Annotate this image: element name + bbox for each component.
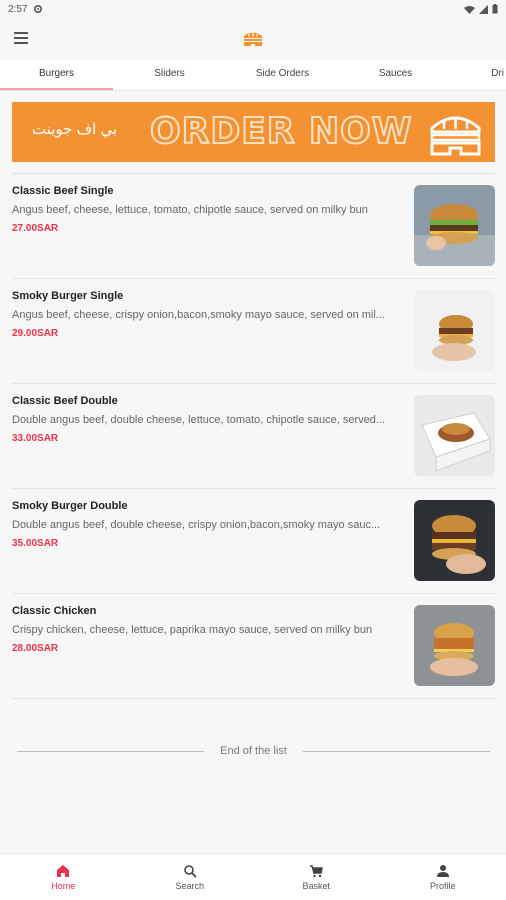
- item-name: Smoky Burger Single: [12, 290, 124, 302]
- item-description: Double angus beef, double cheese, crispy…: [12, 519, 381, 531]
- bottom-navigation: Home Search Basket Profile: [0, 853, 506, 900]
- nav-profile[interactable]: Profile: [380, 854, 506, 900]
- menu-list: Classic Beef Single Angus beef, cheese, …: [12, 174, 495, 699]
- item-name: Classic Beef Double: [12, 395, 118, 407]
- home-icon: [57, 864, 70, 877]
- status-bar: 2:57: [0, 0, 506, 18]
- item-description: Double angus beef, double cheese, lettuc…: [12, 414, 386, 426]
- status-time: 2:57: [8, 3, 28, 15]
- end-of-list: End of the list: [17, 740, 490, 762]
- tab-drinks[interactable]: Dri: [452, 60, 506, 90]
- list-item[interactable]: Smoky Burger Single Angus beef, cheese, …: [12, 279, 495, 384]
- app-bar: [0, 18, 506, 58]
- item-description: Crispy chicken, cheese, lettuce, paprika…: [12, 624, 373, 636]
- burger-image: [414, 605, 495, 686]
- settings-icon: [34, 4, 43, 14]
- tab-burgers[interactable]: Burgers: [0, 60, 113, 90]
- item-name: Classic Beef Single: [12, 185, 114, 197]
- list-item[interactable]: Smoky Burger Double Double angus beef, d…: [12, 489, 495, 594]
- item-price: 33.00SAR: [12, 433, 59, 444]
- category-tabs: Burgers Sliders Side Orders Sauces Dri: [0, 60, 506, 90]
- item-price: 28.00SAR: [12, 643, 59, 654]
- tabs-divider: [0, 90, 506, 91]
- item-description: Angus beef, cheese, lettuce, tomato, chi…: [12, 204, 368, 216]
- battery-icon: [492, 4, 498, 14]
- wifi-icon: [464, 5, 475, 14]
- item-price: 35.00SAR: [12, 538, 59, 549]
- item-name: Smoky Burger Double: [12, 500, 128, 512]
- banner-title: ORDER NOW: [149, 110, 413, 153]
- cart-icon: [310, 864, 324, 877]
- burger-image: [414, 395, 495, 476]
- nav-basket-label: Basket: [302, 880, 330, 891]
- item-price: 27.00SAR: [12, 223, 59, 234]
- burger-image: [414, 185, 495, 266]
- item-description: Angus beef, cheese, crispy onion,bacon,s…: [12, 309, 385, 321]
- list-item[interactable]: Classic Beef Single Angus beef, cheese, …: [12, 174, 495, 279]
- end-line-left: [17, 750, 205, 752]
- nav-basket[interactable]: Basket: [253, 854, 380, 900]
- end-of-list-text: End of the list: [220, 745, 287, 757]
- burger-image: [414, 500, 495, 581]
- tab-side-orders[interactable]: Side Orders: [226, 60, 339, 90]
- tab-sauces[interactable]: Sauces: [339, 60, 452, 90]
- search-icon: [183, 864, 197, 878]
- list-item[interactable]: Classic Beef Double Double angus beef, d…: [12, 384, 495, 489]
- nav-home[interactable]: Home: [0, 854, 127, 900]
- nav-search[interactable]: Search: [127, 854, 254, 900]
- tab-sliders[interactable]: Sliders: [113, 60, 226, 90]
- logo-icon: [244, 32, 262, 46]
- order-now-banner[interactable]: بي اف جوينت ORDER NOW: [12, 102, 495, 162]
- nav-profile-label: Profile: [429, 880, 456, 891]
- signal-icon: [479, 4, 488, 14]
- end-line-right: [302, 750, 490, 752]
- person-icon: [436, 864, 449, 877]
- menu-button[interactable]: [14, 29, 32, 47]
- list-item[interactable]: Classic Chicken Crispy chicken, cheese, …: [12, 594, 495, 699]
- banner-logo-icon: [430, 116, 481, 156]
- item-price: 29.00SAR: [12, 328, 59, 339]
- burger-image: [414, 290, 495, 371]
- nav-home-label: Home: [51, 880, 76, 891]
- nav-search-label: Search: [175, 880, 205, 891]
- banner-arabic-text: بي اف جوينت: [32, 121, 118, 138]
- item-name: Classic Chicken: [12, 605, 97, 617]
